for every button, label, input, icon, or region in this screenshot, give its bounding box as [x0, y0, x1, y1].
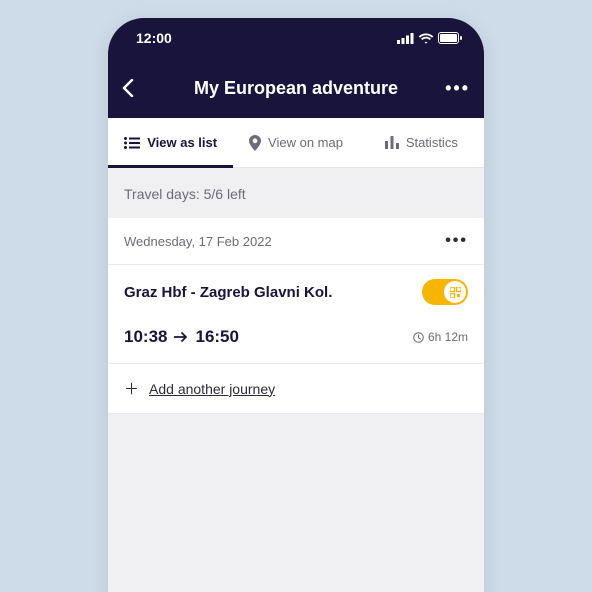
header-more-button[interactable]: •••	[436, 78, 470, 99]
list-icon	[124, 137, 140, 149]
tab-statistics[interactable]: Statistics	[359, 118, 484, 167]
journey-route: Graz Hbf - Zagreb Glavni Kol.	[124, 284, 332, 301]
stats-icon	[385, 136, 399, 149]
journey-times: 10:38 16:50	[124, 327, 239, 347]
cellular-icon	[397, 33, 414, 44]
arrive-time: 16:50	[195, 327, 238, 347]
tab-bar: View as list View on map Statistics	[108, 118, 484, 168]
back-button[interactable]	[122, 79, 156, 97]
duration-value: 6h 12m	[428, 330, 468, 344]
battery-icon	[438, 32, 462, 44]
add-journey-button[interactable]: ＋ Add another journey	[108, 364, 484, 414]
tab-label: Statistics	[406, 135, 458, 150]
clock: 12:00	[136, 30, 172, 46]
clock-icon	[413, 332, 424, 343]
pin-icon	[249, 135, 261, 151]
phone-frame: 12:00 My European adventure ••• View as …	[108, 18, 484, 592]
chevron-left-icon	[122, 79, 134, 97]
toggle-knob	[444, 281, 466, 303]
tab-label: View as list	[147, 135, 217, 150]
status-indicators	[397, 32, 462, 44]
arrow-right-icon	[174, 331, 188, 343]
plus-icon: ＋	[124, 378, 139, 399]
tab-view-map[interactable]: View on map	[233, 118, 358, 167]
tab-view-list[interactable]: View as list	[108, 118, 233, 167]
add-journey-label: Add another journey	[149, 381, 275, 397]
travel-days-remaining: Travel days: 5/6 left	[108, 168, 484, 218]
page-title: My European adventure	[156, 78, 436, 99]
wifi-icon	[418, 33, 434, 44]
day-date: Wednesday, 17 Feb 2022	[124, 234, 272, 249]
journey-toggle[interactable]	[422, 279, 468, 305]
tab-label: View on map	[268, 135, 343, 150]
depart-time: 10:38	[124, 327, 167, 347]
day-more-button[interactable]: •••	[445, 232, 468, 250]
app-header: My European adventure •••	[108, 58, 484, 118]
journey-card[interactable]: Graz Hbf - Zagreb Glavni Kol. 10:38 16:5…	[108, 265, 484, 364]
day-header: Wednesday, 17 Feb 2022 •••	[108, 218, 484, 265]
qr-icon	[450, 287, 461, 298]
status-bar: 12:00	[108, 18, 484, 58]
journey-duration: 6h 12m	[413, 330, 468, 344]
